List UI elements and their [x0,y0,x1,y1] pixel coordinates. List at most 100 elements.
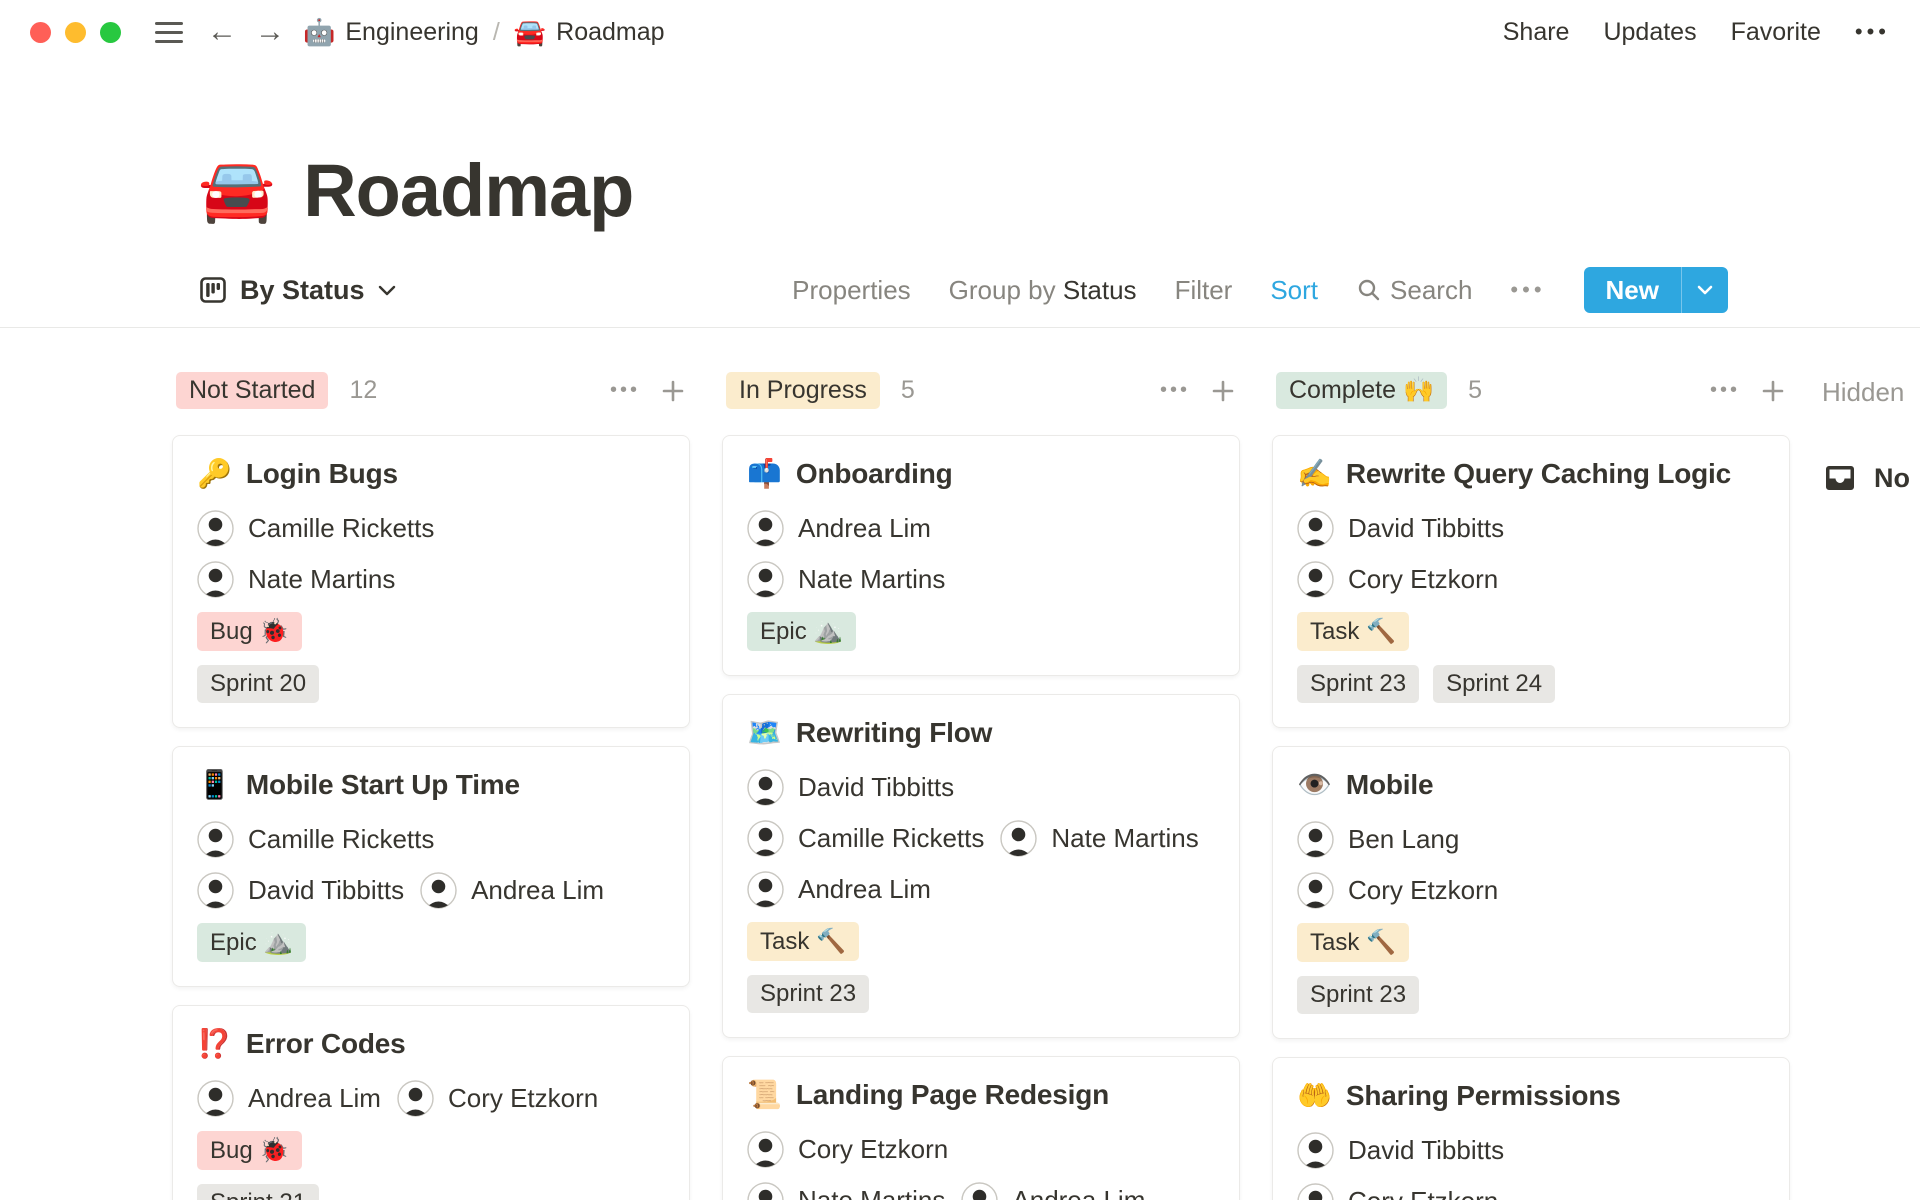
hidden-groups-label[interactable]: Hidden [1822,377,1920,408]
column-add-card-icon[interactable] [1210,378,1236,404]
avatar [197,1080,234,1117]
card-tag-row: Bug 🐞 [197,1131,665,1170]
person-chip: Andrea Lim [197,1080,381,1117]
forward-arrow-icon[interactable]: → [255,17,285,47]
card-person-row: Andrea Lim [747,510,1215,547]
page-icon[interactable]: 🚘 [198,159,275,222]
avatar [197,510,234,547]
card[interactable]: 🤲 Sharing Permissions David Tibbitts Cory E… [1272,1057,1790,1200]
properties-button[interactable]: Properties [792,275,911,306]
card[interactable]: ⁉️ Error Codes Andrea Lim Cory Etzkorn Bug 🐞… [172,1005,690,1200]
back-arrow-icon[interactable]: ← [207,17,237,47]
card-person-row: Cory Etzkorn [1297,561,1765,598]
avatar [1297,1183,1334,1200]
view-toolbar: By Status Properties Group by Status Fil… [0,267,1920,328]
card-tag-row: Sprint 21 [197,1184,665,1200]
card-title-row: 🤲 Sharing Permissions [1297,1080,1765,1112]
person-name: Camille Ricketts [798,823,985,853]
person-chip: Nate Martins [1000,820,1199,857]
view-more-options-icon[interactable]: ••• [1510,277,1545,303]
group-by-value: Status [1062,274,1137,305]
column-status-pill[interactable]: Complete 🙌 [1276,372,1448,409]
share-button[interactable]: Share [1503,18,1570,47]
column-more-icon[interactable]: ••• [610,379,640,402]
column-status-pill[interactable]: In Progress [726,372,880,409]
column-header-complete: Complete 🙌 5 ••• [1272,372,1790,409]
page-title[interactable]: Roadmap [303,148,634,233]
breadcrumb-page[interactable]: 🚘 Roadmap [514,17,665,48]
card-title-row: 🗺️ Rewriting Flow [747,717,1215,749]
person-name: Cory Etzkorn [798,1134,949,1164]
person-chip: Andrea Lim [961,1182,1145,1200]
avatar [747,510,784,547]
filter-button[interactable]: Filter [1175,275,1233,306]
column-status-pill[interactable]: Not Started [176,372,329,409]
hidden-groups-column: Hidden No [1822,372,1920,496]
card-person-row: Andrea Lim [747,871,1215,908]
sort-button[interactable]: Sort [1270,275,1318,306]
avatar [1297,872,1334,909]
person-name: Andrea Lim [471,875,605,905]
breadcrumb-separator: / [492,17,500,46]
card-person-row: Nate Martins [747,561,1215,598]
favorite-button[interactable]: Favorite [1731,18,1821,47]
avatar [1297,821,1334,858]
card[interactable]: 🔑 Login Bugs Camille Ricketts Nate Martins B… [172,435,690,728]
board-view-icon [198,275,228,305]
card[interactable]: 📱 Mobile Start Up Time Camille Ricketts Dav… [172,746,690,987]
card-title: Sharing Permissions [1345,1080,1621,1111]
group-by-button[interactable]: Group by Status [949,275,1137,306]
person-chip: Camille Ricketts [747,820,984,857]
column-more-icon[interactable]: ••• [1160,379,1190,402]
column-count: 5 [900,376,915,404]
new-button[interactable]: New [1583,267,1728,313]
zoom-window-button[interactable] [100,21,121,43]
close-window-button[interactable] [30,21,51,43]
more-options-icon[interactable]: ••• [1855,19,1890,45]
card-title-row: 📱 Mobile Start Up Time [197,769,665,801]
card-title: Rewrite Query Caching Logic [1345,458,1731,489]
card-title-row: ✍️ Rewrite Query Caching Logic [1297,458,1765,490]
avatar [747,769,784,806]
search-button[interactable]: Search [1356,275,1472,306]
column-more-icon[interactable]: ••• [1710,379,1740,402]
minimize-window-button[interactable] [65,21,86,43]
card-title: Landing Page Redesign [795,1079,1110,1110]
person-chip: David Tibbitts [197,872,404,909]
card-person-row: Andrea Lim Cory Etzkorn [197,1080,665,1117]
workspace-emoji-icon: 🤖 [303,16,336,47]
view-switcher[interactable]: By Status [198,275,397,306]
breadcrumb: 🤖 Engineering / 🚘 Roadmap [303,17,665,48]
inbox-tray-icon [1826,466,1854,490]
card-emoji-icon: ⁉️ [197,1028,232,1059]
tag-pill: Sprint 23 [1297,665,1420,703]
card-tag-row: Sprint 23 [1297,976,1765,1014]
search-label: Search [1390,274,1473,305]
card[interactable]: ✍️ Rewrite Query Caching Logic David Tibbi… [1272,435,1790,728]
hidden-group-no-status[interactable]: No [1822,460,1920,496]
card[interactable]: 👁️ Mobile Ben Lang Cory Etzkorn Task 🔨 Sprint… [1272,746,1790,1039]
card-tag-row: Bug 🐞 [197,612,665,651]
updates-button[interactable]: Updates [1603,18,1696,47]
person-chip: Andrea Lim [747,871,931,908]
person-name: David Tibbitts [798,772,955,802]
avatar [747,871,784,908]
person-name: Camille Ricketts [248,824,435,854]
card-emoji-icon: 👁️ [1297,769,1332,800]
column-add-card-icon[interactable] [660,378,686,404]
card-person-row: Ben Lang [1297,821,1765,858]
avatar [420,872,457,909]
new-dropdown-button[interactable] [1681,267,1728,313]
card-title-row: ⁉️ Error Codes [197,1028,665,1060]
column-add-card-icon[interactable] [1760,378,1786,404]
person-name: Andrea Lim [248,1083,381,1113]
person-name: Andrea Lim [798,513,931,543]
board-column-complete: Complete 🙌 5 ••• ✍️ Rewrite Query Caching Lo… [1272,372,1790,1200]
card[interactable]: 📫 Onboarding Andrea Lim Nate Martins Epic ⛰️ [722,435,1240,676]
card-person-row: David Tibbitts Andrea Lim [197,872,665,909]
card-person-row: Nate Martins Andrea Lim [747,1182,1215,1200]
breadcrumb-workspace[interactable]: 🤖 Engineering [303,17,479,48]
card[interactable]: 🗺️ Rewriting Flow David Tibbitts Camille Ri… [722,694,1240,1038]
sidebar-menu-icon[interactable] [155,21,183,43]
card[interactable]: 📜 Landing Page Redesign Cory Etzkorn Nate M… [722,1056,1240,1200]
